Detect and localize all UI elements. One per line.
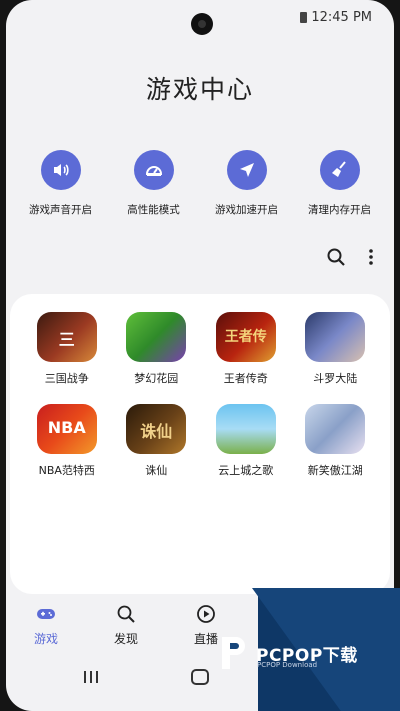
game-icon-art: 诛仙 <box>140 422 173 441</box>
front-camera <box>191 13 213 35</box>
game-icon <box>215 404 276 454</box>
broom-icon <box>319 150 360 190</box>
quick-action-memory[interactable]: 清理内存开启 <box>294 150 386 217</box>
battery-icon <box>300 12 308 23</box>
play-icon <box>196 605 216 628</box>
game-item-sanguo[interactable]: 三 三国战争 <box>22 312 112 386</box>
speaker-icon <box>40 150 81 190</box>
game-icon: 诛仙 <box>126 404 187 454</box>
search-icon[interactable] <box>326 247 346 271</box>
more-options-icon[interactable] <box>368 248 374 270</box>
page-title: 游戏中心 <box>145 75 254 104</box>
game-name: 云上城之歌 <box>218 464 274 477</box>
game-icon <box>305 404 366 454</box>
game-item-xiaoao[interactable]: 新笑傲江湖 <box>291 404 381 478</box>
game-icon-art: 王者传 <box>224 329 267 345</box>
quick-action-label: 游戏加速开启 <box>215 204 278 216</box>
game-name: 王者传奇 <box>223 372 268 385</box>
home-icon[interactable] <box>190 667 210 691</box>
game-icon: NBA <box>36 404 97 454</box>
game-name: 新笑傲江湖 <box>307 464 363 477</box>
game-icon <box>305 312 366 362</box>
game-icon: 三 <box>36 312 97 362</box>
search-icon <box>116 605 136 628</box>
send-icon <box>226 150 267 190</box>
tab-discover[interactable]: 发现 <box>86 604 166 654</box>
game-item-yunshang[interactable]: 云上城之歌 <box>201 404 291 478</box>
speedometer-icon <box>133 150 174 190</box>
gamepad-icon <box>35 609 57 628</box>
game-grid: 三 三国战争 梦幻花园 王者传 王者传奇 斗罗大陆 NBA NBA范特西 诛仙 … <box>22 312 380 478</box>
game-name: 诛仙 <box>145 464 168 477</box>
toolbar <box>326 247 374 271</box>
quick-action-sound[interactable]: 游戏声音开启 <box>15 150 107 217</box>
status-time: 12:45 PM <box>311 10 372 25</box>
game-icon-art: 三 <box>58 330 75 349</box>
game-item-zhuxian[interactable]: 诛仙 诛仙 <box>112 404 202 478</box>
game-item-nba[interactable]: NBA NBA范特西 <box>22 404 112 478</box>
tab-games[interactable]: 游戏 <box>6 604 86 654</box>
quick-action-performance[interactable]: 高性能模式 <box>108 150 200 217</box>
game-name: NBA范特西 <box>38 464 95 477</box>
quick-action-label: 清理内存开启 <box>308 204 371 216</box>
watermark-logo-icon <box>222 637 245 669</box>
game-name: 梦幻花园 <box>134 372 179 385</box>
quick-actions: 游戏声音开启 高性能模式 游戏加速开启 清理内存开启 <box>6 150 394 217</box>
game-icon <box>126 312 187 362</box>
tab-label: 发现 <box>113 632 138 646</box>
status-bar: 12:45 PM <box>300 10 372 25</box>
game-list-card: 三 三国战争 梦幻花园 王者传 王者传奇 斗罗大陆 NBA NBA范特西 诛仙 … <box>10 294 390 594</box>
game-item-douluo[interactable]: 斗罗大陆 <box>291 312 381 386</box>
quick-action-label: 高性能模式 <box>127 204 180 216</box>
game-name: 三国战争 <box>44 372 89 385</box>
watermark-subtitle: PCPOP Download <box>257 661 318 669</box>
game-icon-art: NBA <box>47 418 86 437</box>
tab-label: 游戏 <box>33 632 58 646</box>
game-item-garden[interactable]: 梦幻花园 <box>112 312 202 386</box>
game-item-wangzhe[interactable]: 王者传 王者传奇 <box>201 312 291 386</box>
quick-action-boost[interactable]: 游戏加速开启 <box>201 150 293 217</box>
game-name: 斗罗大陆 <box>313 372 358 385</box>
game-icon: 王者传 <box>215 312 276 362</box>
recent-apps-icon[interactable] <box>82 669 100 689</box>
quick-action-label: 游戏声音开启 <box>29 204 92 216</box>
